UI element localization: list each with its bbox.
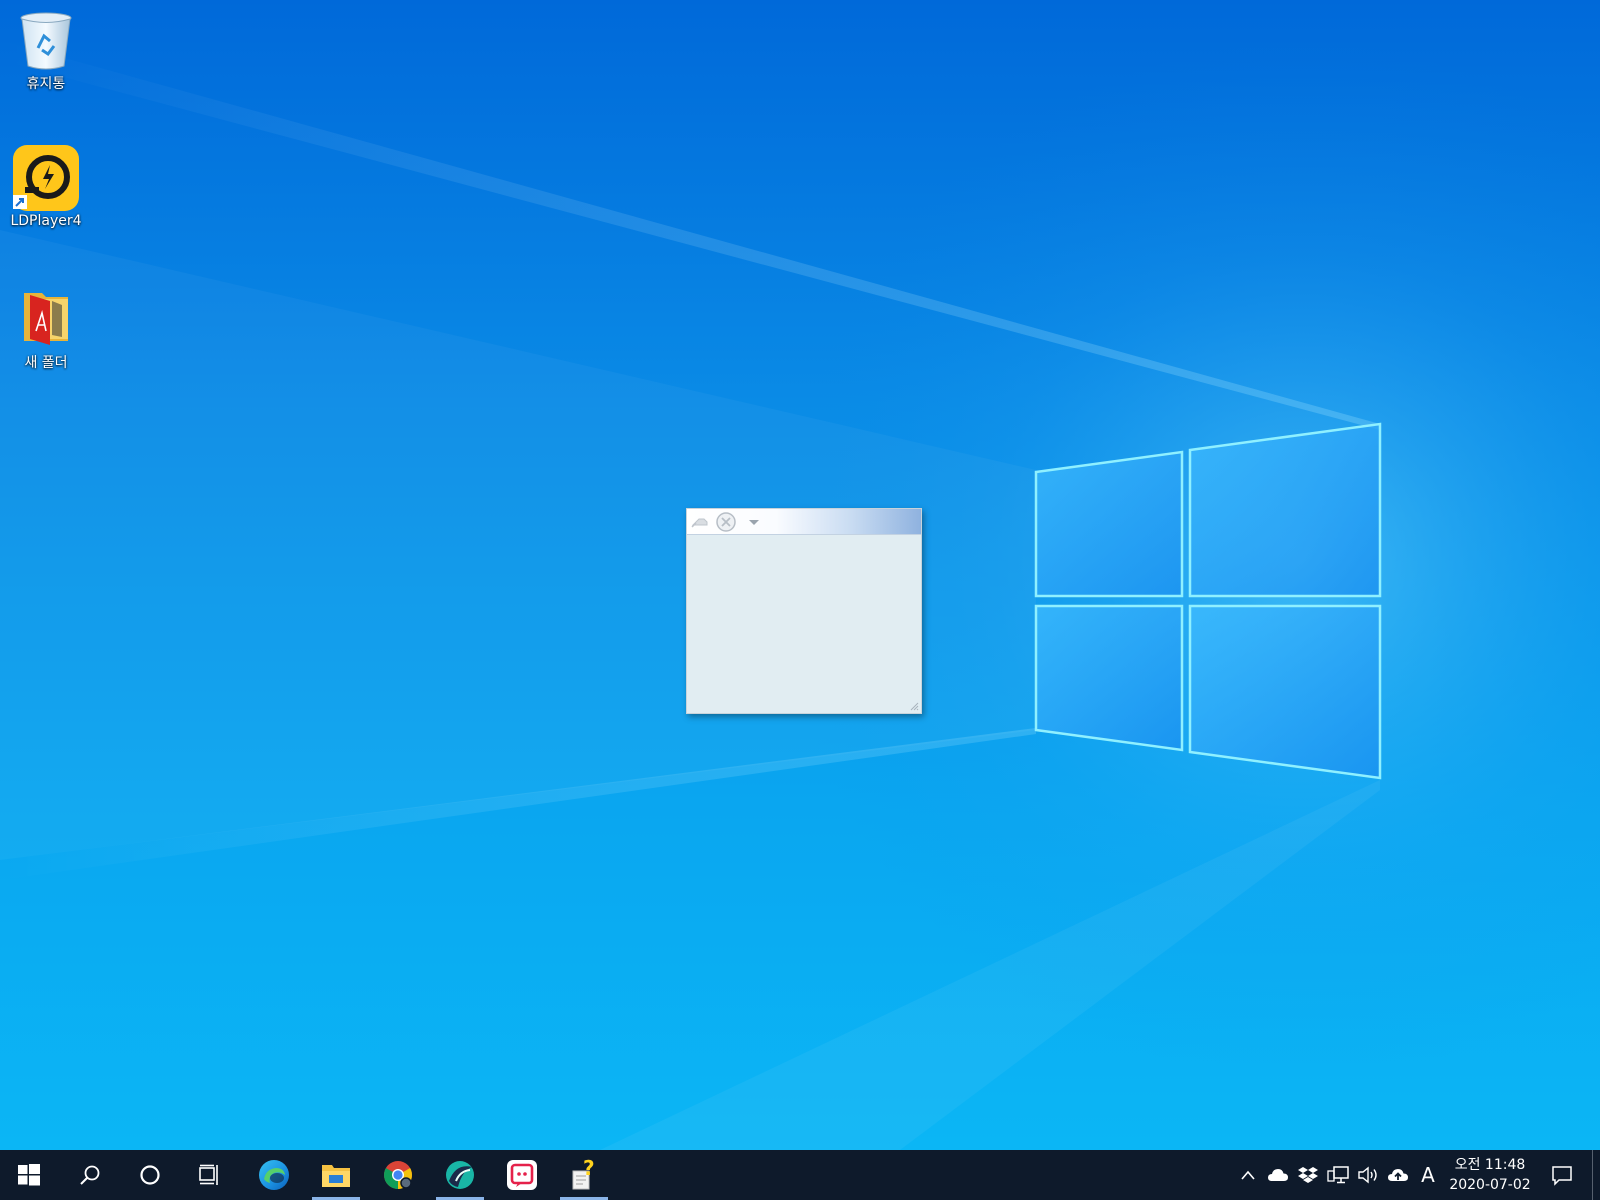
close-icon[interactable] bbox=[714, 511, 738, 532]
desktop-icon-label: LDPlayer4 bbox=[10, 213, 82, 229]
task-view-button[interactable] bbox=[184, 1150, 236, 1200]
cloud-upload-icon bbox=[1388, 1169, 1408, 1181]
desktop-icon-label: 새 폴더 bbox=[24, 355, 68, 371]
ldplayer-icon bbox=[13, 145, 79, 211]
show-hidden-icons-button[interactable] bbox=[1234, 1150, 1262, 1200]
action-center-button[interactable] bbox=[1547, 1150, 1577, 1200]
file-explorer-icon bbox=[322, 1165, 350, 1187]
floating-panel-titlebar[interactable] bbox=[687, 509, 921, 535]
search-button[interactable] bbox=[64, 1150, 116, 1200]
chevron-up-icon bbox=[1241, 1170, 1255, 1180]
help-note-icon: ? bbox=[572, 1159, 595, 1190]
clock-time: 오전 11:48 bbox=[1454, 1157, 1526, 1173]
taskbar-app-teal[interactable] bbox=[434, 1150, 486, 1200]
recycle-bin-icon bbox=[16, 8, 76, 72]
tray-cloud-upload[interactable] bbox=[1384, 1150, 1412, 1200]
windows-start-icon bbox=[18, 1164, 40, 1186]
teal-app-icon bbox=[446, 1161, 474, 1189]
taskbar-app-edge[interactable] bbox=[248, 1150, 300, 1200]
folder-icon bbox=[16, 287, 76, 351]
desktop-icon-label: 휴지통 bbox=[26, 76, 66, 92]
network-icon bbox=[1327, 1166, 1349, 1184]
desktop[interactable]: 휴지통 LDPlayer4 새 폴더 bbox=[0, 0, 1600, 1150]
taskbar-app-red[interactable] bbox=[496, 1150, 548, 1200]
system-clock[interactable]: 오전 11:48 2020-07-02 bbox=[1446, 1150, 1534, 1200]
desktop-icon-ldplayer4[interactable]: LDPlayer4 bbox=[8, 145, 84, 230]
taskbar-app-file-explorer[interactable] bbox=[310, 1150, 362, 1200]
tray-onedrive[interactable] bbox=[1264, 1150, 1292, 1200]
tray-network[interactable] bbox=[1324, 1150, 1352, 1200]
tray-dropbox[interactable] bbox=[1294, 1150, 1322, 1200]
floating-panel-window[interactable] bbox=[686, 508, 922, 714]
dropdown-icon[interactable] bbox=[742, 511, 766, 532]
volume-icon bbox=[1358, 1166, 1377, 1184]
search-icon bbox=[80, 1165, 100, 1185]
resize-grip-icon[interactable] bbox=[909, 701, 919, 711]
start-button[interactable] bbox=[0, 1150, 58, 1200]
task-view-icon bbox=[199, 1164, 218, 1185]
edge-browser-icon bbox=[259, 1160, 289, 1190]
show-desktop-button[interactable] bbox=[1592, 1150, 1600, 1200]
taskbar-app-chrome[interactable] bbox=[372, 1150, 424, 1200]
pin-icon[interactable] bbox=[688, 511, 712, 532]
desktop-icon-recycle-bin[interactable]: 휴지통 bbox=[8, 8, 84, 93]
cortana-button[interactable] bbox=[124, 1150, 176, 1200]
notification-icon bbox=[1552, 1166, 1572, 1186]
ime-indicator[interactable]: A bbox=[1414, 1150, 1442, 1200]
tray-volume[interactable] bbox=[1354, 1150, 1382, 1200]
dropbox-icon bbox=[1298, 1167, 1318, 1183]
red-app-icon bbox=[507, 1160, 537, 1190]
onedrive-cloud-icon bbox=[1268, 1169, 1288, 1181]
ime-mode-text: A bbox=[1421, 1163, 1435, 1187]
clock-date: 2020-07-02 bbox=[1449, 1177, 1531, 1193]
cortana-circle-icon bbox=[140, 1165, 160, 1185]
taskbar-app-help[interactable]: ? bbox=[558, 1150, 610, 1200]
taskbar: ? A 오전 11:48 2020-07-02 bbox=[0, 1150, 1600, 1200]
svg-text:?: ? bbox=[583, 1159, 595, 1180]
chrome-icon bbox=[384, 1161, 412, 1189]
desktop-icon-new-folder[interactable]: 새 폴더 bbox=[8, 287, 84, 372]
